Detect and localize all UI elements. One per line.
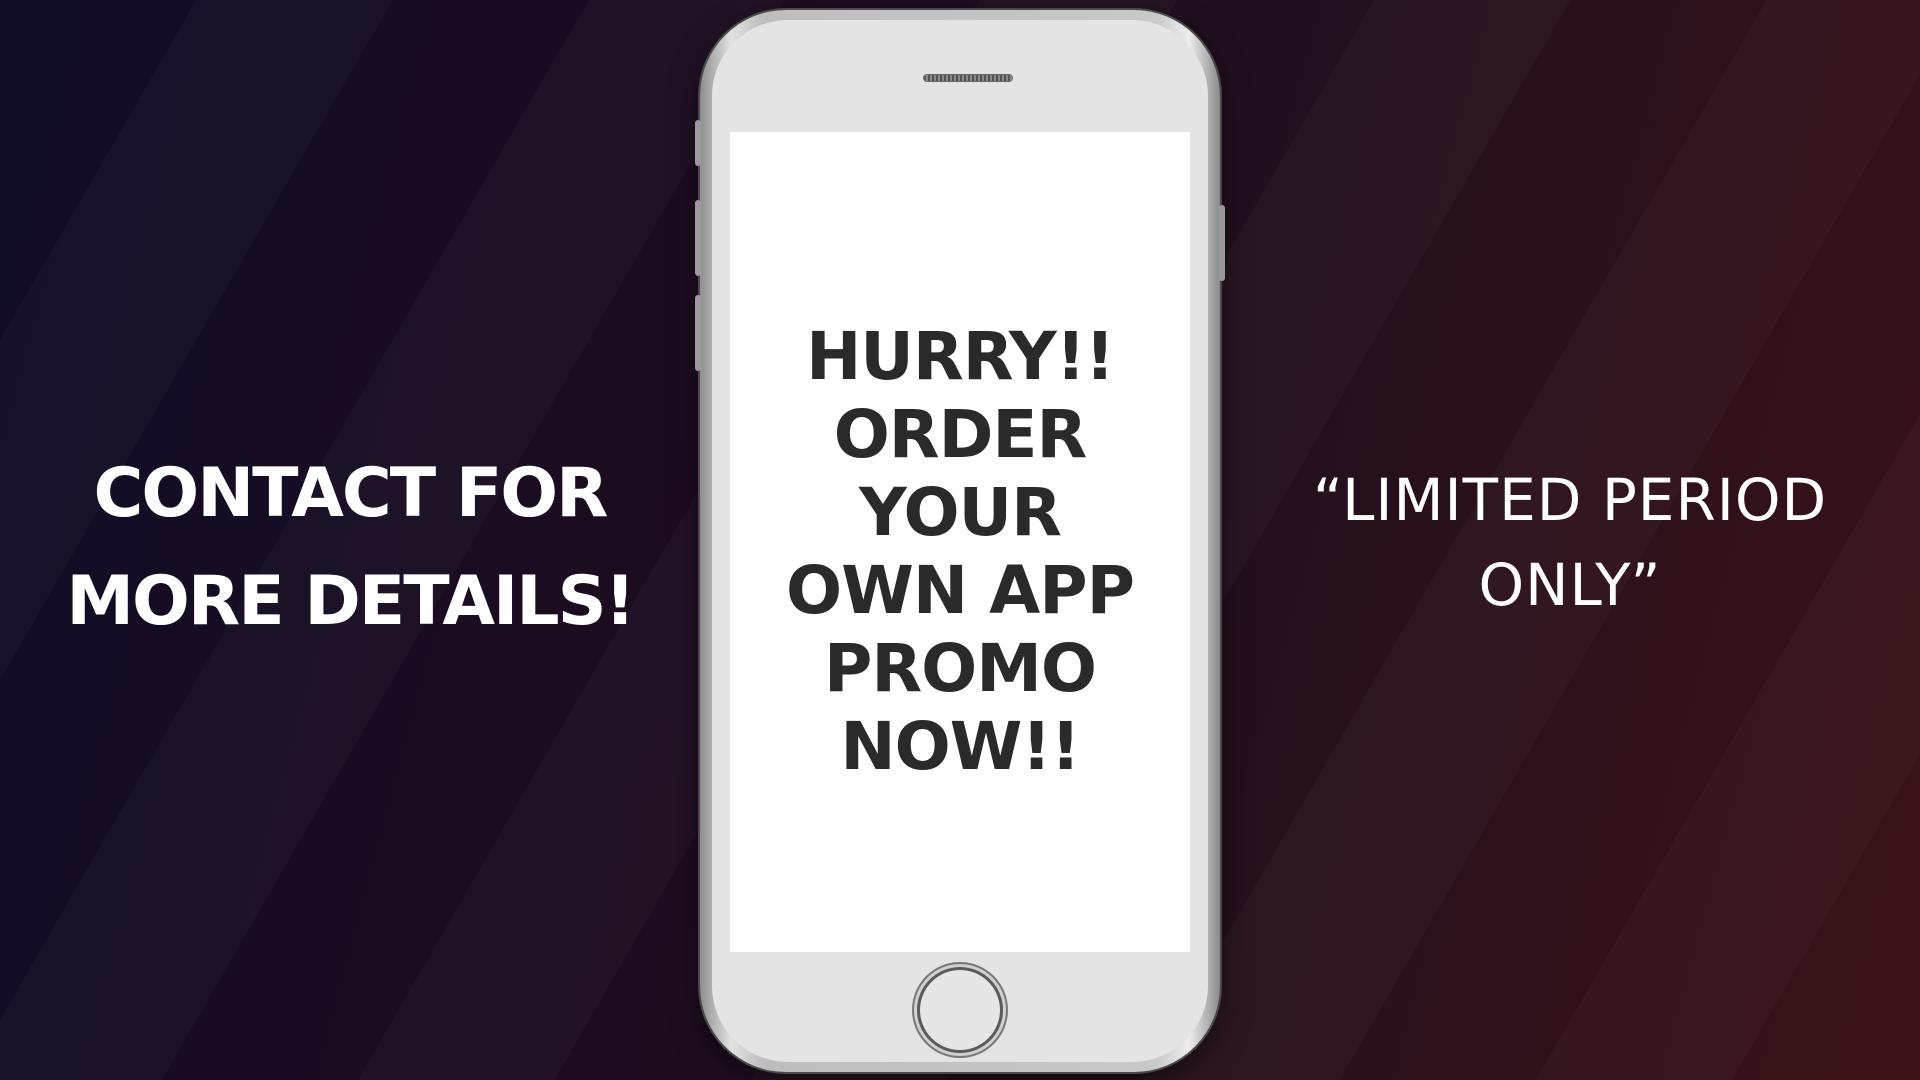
home-button (920, 970, 1000, 1050)
promo-line-2: ORDER (833, 396, 1088, 473)
phone-face: HURRY!! ORDER YOUR OWN APP PROMO NOW!! (712, 20, 1208, 1062)
contact-line-1: CONTACT FOR (93, 454, 609, 533)
volume-down-button (695, 295, 701, 371)
promo-message: HURRY!! ORDER YOUR OWN APP PROMO NOW!! (730, 318, 1190, 786)
volume-up-button (695, 200, 701, 276)
promo-line-1: HURRY!! (806, 318, 1115, 395)
promo-line-6: NOW!! (840, 708, 1080, 785)
limited-line-1: “LIMITED PERIOD (1312, 466, 1828, 534)
promo-line-5: PROMO (823, 630, 1097, 707)
contact-text: CONTACT FOR MORE DETAILS! (40, 440, 660, 656)
limited-line-2: ONLY” (1478, 551, 1662, 619)
promo-line-4: OWN APP (786, 552, 1135, 629)
promo-line-3: YOUR (859, 474, 1062, 551)
speaker-grille (924, 75, 1012, 81)
contact-line-2: MORE DETAILS! (66, 562, 635, 641)
phone-mockup: HURRY!! ORDER YOUR OWN APP PROMO NOW!! (695, 10, 1225, 1072)
mute-switch (695, 120, 701, 166)
limited-period-text: “LIMITED PERIOD ONLY” (1270, 458, 1870, 628)
phone-screen: HURRY!! ORDER YOUR OWN APP PROMO NOW!! (730, 132, 1190, 952)
power-button (1219, 205, 1225, 281)
